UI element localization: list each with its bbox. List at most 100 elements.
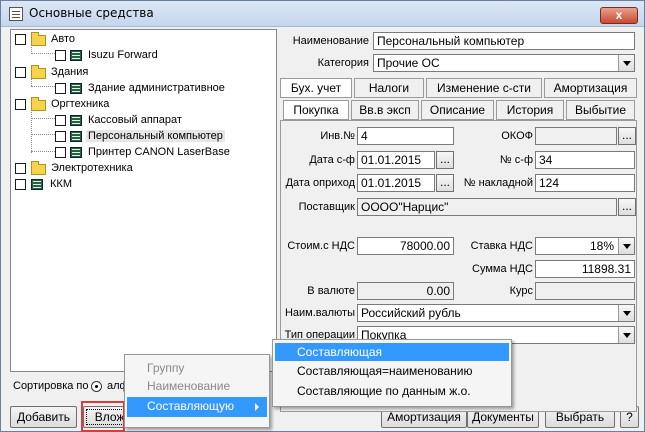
supplier-label: Поставщик [298,201,355,213]
tree-label: Электротехника [51,162,133,174]
tree-label: Кассовый аппарат [88,114,182,126]
submenu-item-components-by-journal[interactable]: Составляющие по данным ж.о. [297,384,471,398]
menu-item-name[interactable]: Наименование [147,379,230,393]
okof-browse-button[interactable]: ... [618,127,636,145]
supplier-browse-button[interactable]: ... [618,198,636,216]
rate-field[interactable] [535,282,635,300]
checkbox[interactable] [55,115,66,126]
tree-item-pc[interactable]: Персональный компьютер [55,129,265,145]
vat-rate-select[interactable]: 18% [535,237,635,255]
category-label: Категория [317,57,369,69]
name-label: Наименование [292,35,369,47]
folder-icon [31,97,46,111]
tree-label: Принтер CANON LaserBase [88,146,230,158]
menu-item-component[interactable]: Составляющую [127,397,267,417]
window-title: Основные средства [29,6,154,20]
context-menu: Группу Наименование Составляющую [124,354,270,428]
name-field[interactable]: Персональный компьютер [373,32,635,50]
currency-name-select[interactable]: Российский рубль [357,304,635,322]
tree-item-printer[interactable]: Принтер CANON LaserBase [55,145,270,161]
okof-field[interactable] [535,127,617,145]
tree-line [31,151,57,152]
tree-label: Оргтехника [51,98,110,110]
checkbox[interactable] [15,163,26,174]
checkbox[interactable] [15,99,26,110]
checkbox[interactable] [55,83,66,94]
menu-item-component-label: Составляющую [147,399,234,413]
currency-name-label: Наим.валюты [284,307,355,319]
supplier-field[interactable]: ОООО"Нарцис" [357,198,617,216]
tree-label: Isuzu Forward [88,49,158,61]
tree-item-kkm[interactable]: ККМ [15,177,165,193]
folder-icon [31,161,46,175]
close-button[interactable]: x [600,7,638,24]
vat-sum-field[interactable]: 11898.31 [535,260,635,278]
date-invoice-label: Дата с-ф [309,154,355,166]
rate-label: Курс [509,285,533,297]
submenu-item-component-by-name[interactable]: Составляющая=наименованию [297,364,473,378]
tree-item-admin-building[interactable]: Здание административное [55,81,270,97]
inv-label: Инв.№ [320,130,355,142]
tab-history[interactable]: История [496,100,564,120]
asset-card-icon [70,131,82,142]
chevron-down-icon[interactable] [618,305,634,321]
tab-amortization[interactable]: Амортизация [544,78,637,98]
tree-item-cash-register[interactable]: Кассовый аппарат [55,113,255,129]
tab-taxes[interactable]: Налоги [354,78,424,98]
asset-card-icon [70,115,82,126]
asset-card-icon [70,147,82,158]
tab-cost-change[interactable]: Изменение с-сти [426,78,542,98]
add-button[interactable]: Добавить [10,406,77,428]
folder-icon [31,65,46,79]
checkbox[interactable] [55,50,66,61]
asset-tree[interactable]: Авто Isuzu Forward Здания Здание админис… [10,29,277,372]
asset-card-icon [70,83,82,94]
tab-description[interactable]: Описание [421,100,494,120]
chevron-down-icon[interactable] [618,55,634,71]
category-value: Прочие ОС [377,56,440,70]
date-invoice-picker-button[interactable]: ... [436,151,454,169]
asset-card-icon [70,50,82,61]
checkbox[interactable] [15,179,26,190]
menu-item-group[interactable]: Группу [147,361,184,375]
invoice-no-field[interactable]: 34 [535,151,635,169]
vat-sum-label: Сумма НДС [472,263,533,275]
waybill-label: № накладной [463,177,533,189]
tree-folder-auto[interactable]: Авто [15,32,165,48]
checkbox[interactable] [15,67,26,78]
tree-line [31,134,57,135]
asset-card-icon [31,179,43,190]
checkbox[interactable] [55,131,66,142]
currency-amount-field[interactable]: 0.00 [357,282,454,300]
checkbox[interactable] [55,147,66,158]
category-select[interactable]: Прочие ОС [373,54,635,72]
date-invoice-field[interactable]: 01.01.2015 [357,151,435,169]
tab-disposal[interactable]: Выбытие [566,100,635,120]
chevron-down-icon[interactable] [618,327,634,343]
tree-label: Здание административное [88,82,225,94]
vat-rate-label: Ставка НДС [470,240,533,252]
cost-field[interactable]: 78000.00 [357,237,454,255]
tree-folder-buildings[interactable]: Здания [15,65,165,81]
submenu: Составляющая Составляющая=наименованию С… [272,339,512,407]
date-receipt-field[interactable]: 01.01.2015 [357,174,435,192]
waybill-field[interactable]: 124 [535,174,635,192]
cost-label: Стоим.с НДС [287,240,355,252]
tab-purchase[interactable]: Покупка [283,100,349,120]
sort-label: Сортировка по [13,380,89,392]
chevron-down-icon[interactable] [618,238,634,254]
tab-accounting[interactable]: Бух. учет [280,78,352,98]
inv-field[interactable]: 4 [357,127,454,145]
tree-label: ККМ [50,178,72,190]
tree-item-isuzu[interactable]: Isuzu Forward [55,48,235,64]
tree-folder-electronics[interactable]: Электротехника [15,161,165,177]
tab-commissioning[interactable]: Вв.в эксп [351,100,419,120]
tree-line [31,86,57,87]
tree-line [31,53,57,54]
tree-folder-office[interactable]: Оргтехника [15,97,165,113]
date-receipt-picker-button[interactable]: ... [436,174,454,192]
sort-radio[interactable] [91,381,102,392]
checkbox[interactable] [15,34,26,45]
highlight-box [81,401,125,432]
submenu-item-component[interactable]: Составляющая [275,343,509,361]
